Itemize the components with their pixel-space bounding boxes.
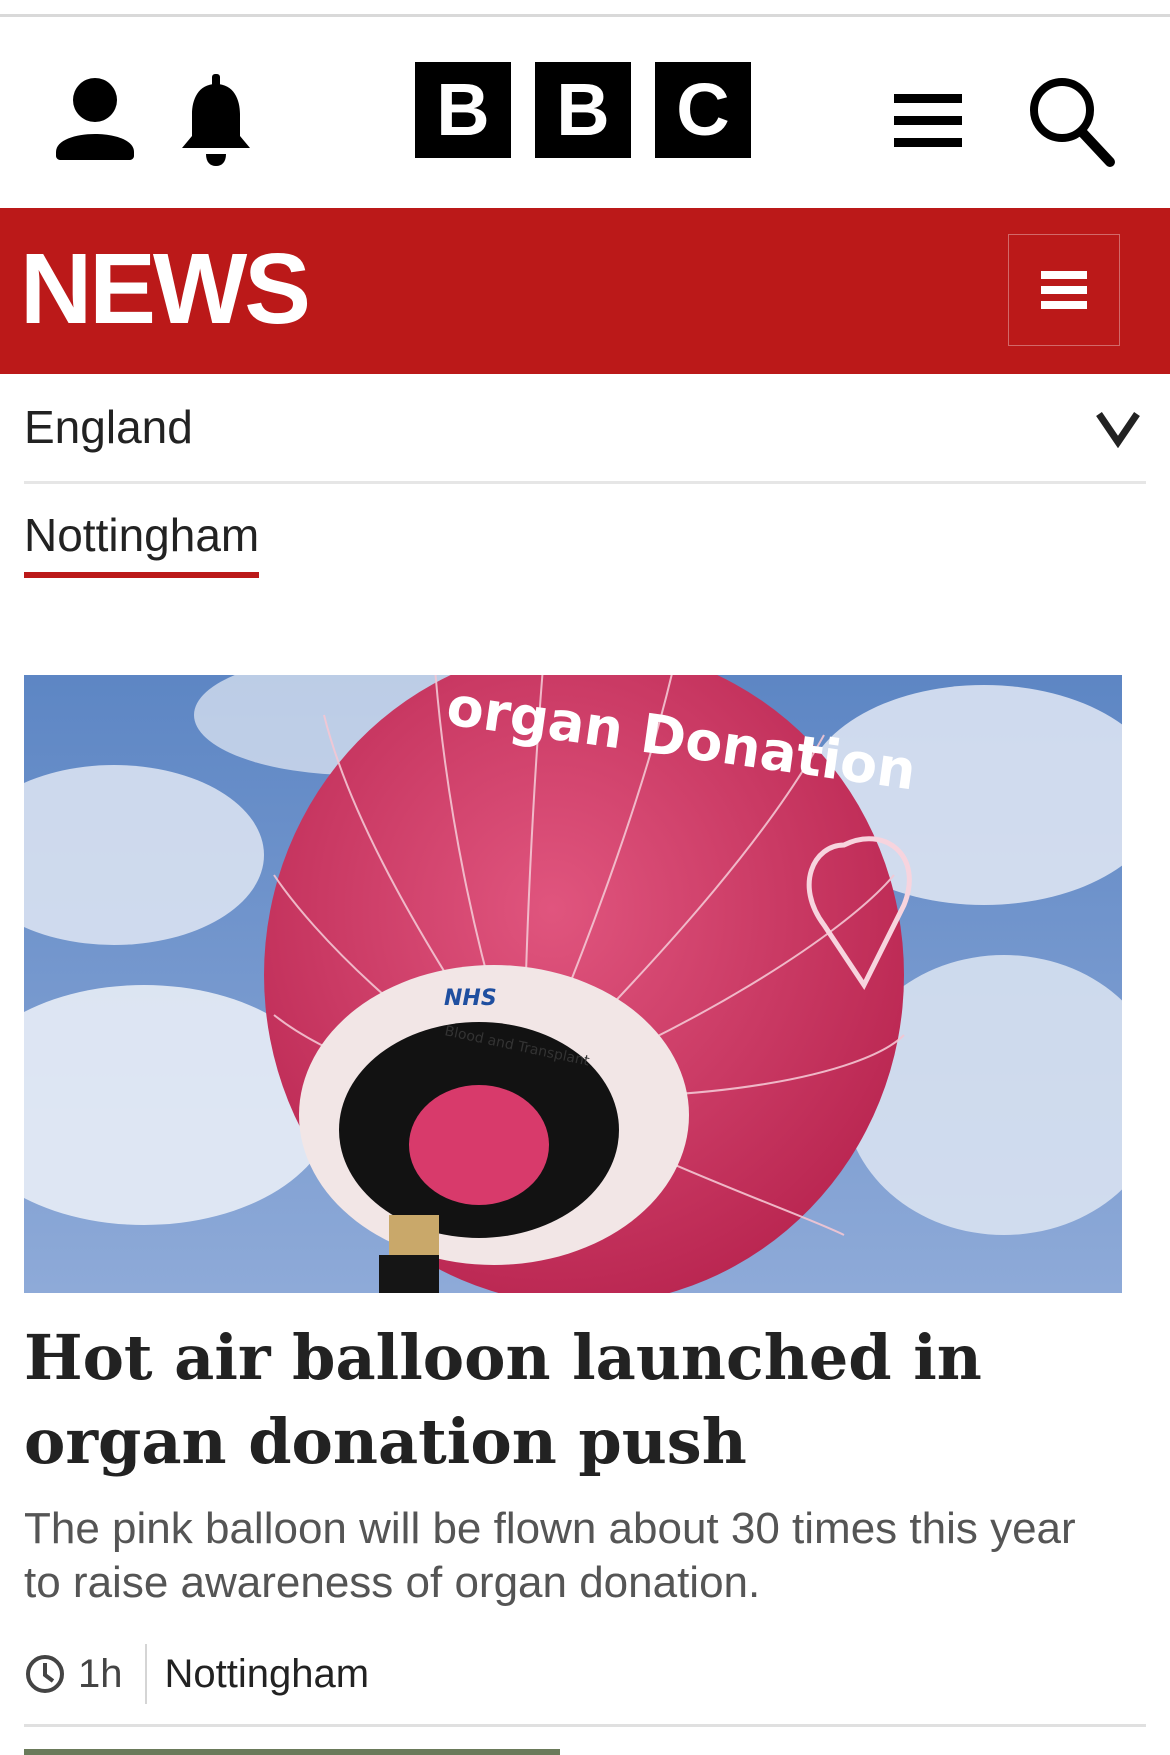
article-meta: 1h Nottingham <box>24 1644 369 1704</box>
top-header: B B C <box>0 18 1170 208</box>
news-title[interactable]: NEWS <box>20 234 311 344</box>
bbc-logo-block: C <box>655 62 751 158</box>
article-summary: The pink balloon will be flown about 30 … <box>24 1504 1076 1607</box>
article-headline[interactable]: Hot air balloon launched in organ donati… <box>24 1316 1134 1484</box>
search-icon[interactable] <box>1022 66 1118 170</box>
menu-icon[interactable] <box>890 74 970 164</box>
tab-label: Nottingham <box>24 509 260 561</box>
article-location-tag[interactable]: Nottingham <box>165 1652 370 1697</box>
account-icon[interactable] <box>52 70 138 170</box>
article-timestamp: 1h <box>78 1651 123 1696</box>
balloon-logo: NHS <box>444 986 497 1011</box>
news-bar: NEWS <box>0 208 1170 374</box>
article-image[interactable]: organ Donation NHS Blood and Transplant <box>24 675 1122 1293</box>
bbc-logo[interactable]: B B C <box>415 62 751 158</box>
next-article-image[interactable] <box>24 1749 560 1755</box>
top-divider <box>0 14 1170 17</box>
clock-icon <box>26 1655 64 1693</box>
article-divider <box>24 1724 1146 1727</box>
menu-icon <box>1041 271 1087 309</box>
tab-nottingham[interactable]: Nottingham <box>24 508 260 578</box>
bbc-logo-block: B <box>415 62 511 158</box>
bell-icon[interactable] <box>174 70 258 170</box>
bbc-logo-block: B <box>535 62 631 158</box>
tab-active-indicator <box>24 572 260 578</box>
region-label: England <box>24 401 193 453</box>
region-selector[interactable]: England <box>24 374 1146 484</box>
chevron-down-icon[interactable] <box>1096 408 1140 448</box>
news-menu-button[interactable] <box>1008 234 1120 346</box>
meta-divider <box>144 1644 147 1704</box>
